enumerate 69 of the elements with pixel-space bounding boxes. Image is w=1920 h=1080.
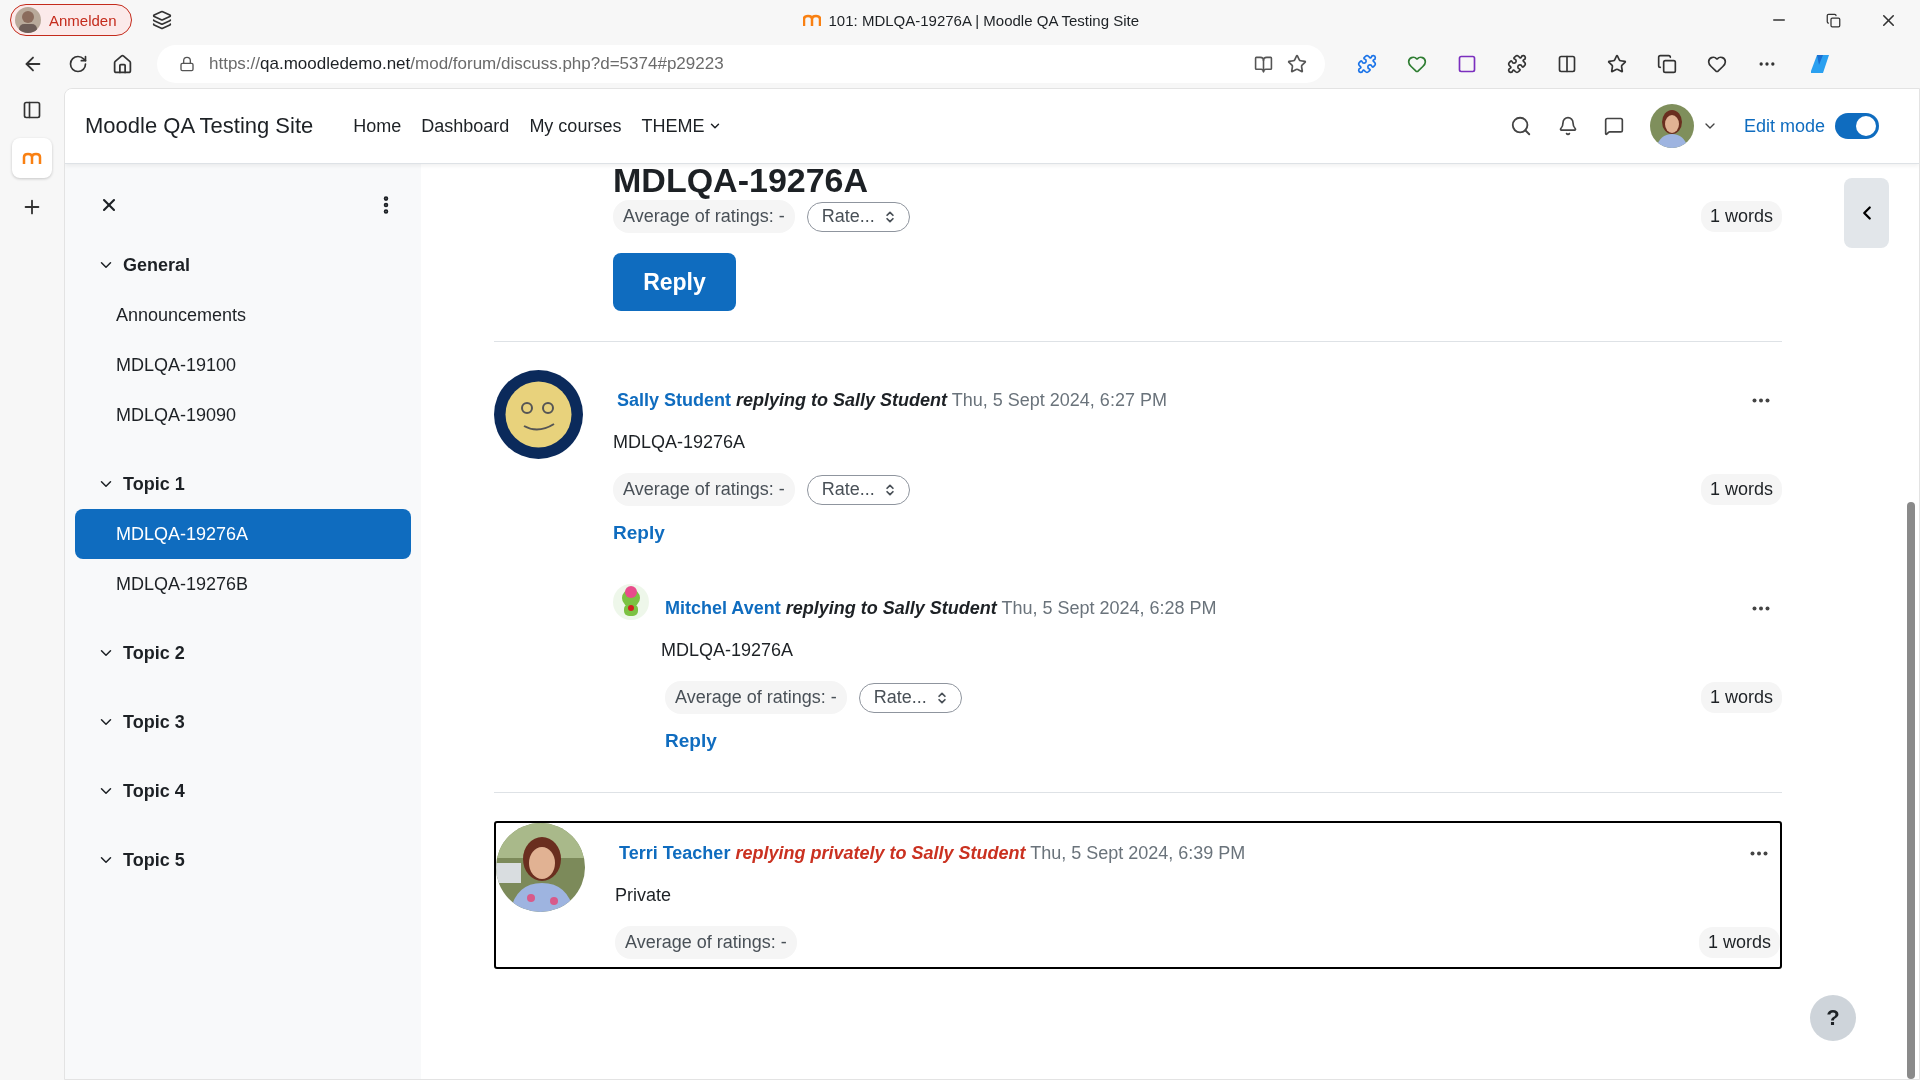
restore-icon[interactable] — [1826, 12, 1841, 28]
author-link[interactable]: Sally Student — [617, 390, 732, 410]
extensions-icon[interactable] — [1507, 54, 1527, 74]
section-title[interactable]: Topic 2 — [123, 642, 185, 664]
extension-icon[interactable] — [1407, 54, 1427, 74]
favorites-icon[interactable] — [1607, 54, 1627, 74]
collections-icon[interactable] — [1657, 54, 1677, 74]
nav-dropdown[interactable]: THEME — [641, 115, 723, 137]
more-icon — [1752, 397, 1770, 403]
post-body: MDLQA-19276A — [661, 640, 795, 661]
extension-icon[interactable] — [1457, 54, 1477, 74]
post-body: Private — [615, 885, 673, 906]
edit-mode-switch[interactable] — [1835, 113, 1879, 139]
post-header: Sally Student replying to Sally Student Thu, 5 Sept 2024, 6:27 PM — [617, 389, 1168, 412]
rate-select[interactable]: Rate... — [806, 201, 910, 232]
course-index-item[interactable]: MDLQA-19090 — [75, 390, 411, 440]
messages-icon[interactable] — [1603, 116, 1624, 136]
average-ratings: Average of ratings: - — [613, 473, 795, 506]
course-index-item[interactable]: Announcements — [75, 290, 411, 340]
post-header: Terri Teacher replying privately to Sally Student Thu, 5 Sept 2024, 6:39 PM — [619, 842, 1247, 865]
lock-icon — [179, 56, 195, 72]
nav-link[interactable]: Home — [353, 115, 402, 137]
edit-mode-label: Edit mode — [1743, 115, 1825, 137]
sidebar-icon[interactable] — [22, 100, 42, 120]
rate-select[interactable]: Rate... — [858, 682, 962, 713]
section-title[interactable]: Topic 5 — [123, 849, 185, 871]
discussion-title: MDLQA-19276A — [613, 160, 870, 200]
moodle-tab-icon[interactable] — [12, 138, 52, 178]
word-count: 1 words — [1700, 474, 1782, 505]
average-ratings: Average of ratings: - — [615, 926, 797, 959]
split-screen-icon[interactable] — [1557, 54, 1577, 74]
moodle-logo-icon — [802, 13, 821, 27]
rate-select[interactable]: Rate... — [806, 474, 910, 505]
favorite-icon[interactable] — [1287, 54, 1307, 74]
section-title[interactable]: Topic 3 — [123, 711, 185, 733]
tab-title: 101: MDLQA-19276A | Moodle QA Testing Site — [828, 11, 1139, 29]
more-icon — [1750, 850, 1768, 856]
word-count: 1 words — [1700, 201, 1782, 232]
profile-button[interactable]: Anmelden — [10, 4, 132, 36]
nav-link[interactable]: Dashboard — [421, 115, 510, 137]
reply-button[interactable]: Reply — [613, 253, 736, 311]
post-body: MDLQA-19276A — [613, 432, 747, 453]
reply-link[interactable]: Reply — [613, 522, 665, 544]
home-icon[interactable] — [112, 53, 133, 75]
help-button[interactable]: ? — [1810, 995, 1856, 1041]
reply-link[interactable]: Reply — [665, 730, 717, 752]
average-ratings: Average of ratings: - — [613, 200, 795, 233]
reload-icon[interactable] — [68, 54, 88, 74]
author-link[interactable]: Terri Teacher — [619, 843, 731, 863]
section-title[interactable]: Topic 1 — [123, 473, 185, 495]
nav-link[interactable]: My courses — [529, 115, 622, 137]
average-ratings: Average of ratings: - — [665, 681, 847, 714]
more-icon — [1752, 605, 1770, 611]
section-title[interactable]: General — [123, 254, 191, 276]
course-index-item[interactable]: MDLQA-19276B — [75, 559, 411, 609]
search-icon[interactable] — [1509, 115, 1532, 137]
word-count: 1 words — [1700, 682, 1782, 713]
drawer-toggle-button[interactable] — [1844, 178, 1889, 248]
tabs-icon[interactable] — [151, 10, 172, 30]
course-index-item[interactable]: MDLQA-19100 — [75, 340, 411, 390]
post-header: Mitchel Avent replying to Sally Student Thu, 5 Sept 2024, 6:28 PM — [665, 597, 1218, 620]
address-bar[interactable]: https://qa.moodledemo.net/mod/forum/discuss.php?d=5374#p29223 — [157, 45, 1325, 83]
site-name[interactable]: Moodle QA Testing Site — [85, 113, 314, 139]
course-index-item[interactable]: MDLQA-19276A — [75, 509, 411, 559]
section-title[interactable]: Topic 4 — [123, 780, 185, 802]
author-link[interactable]: Mitchel Avent — [665, 598, 781, 618]
notifications-icon[interactable] — [1557, 116, 1578, 136]
word-count: 1 words — [1698, 927, 1780, 958]
extension-icon[interactable] — [1357, 54, 1377, 74]
